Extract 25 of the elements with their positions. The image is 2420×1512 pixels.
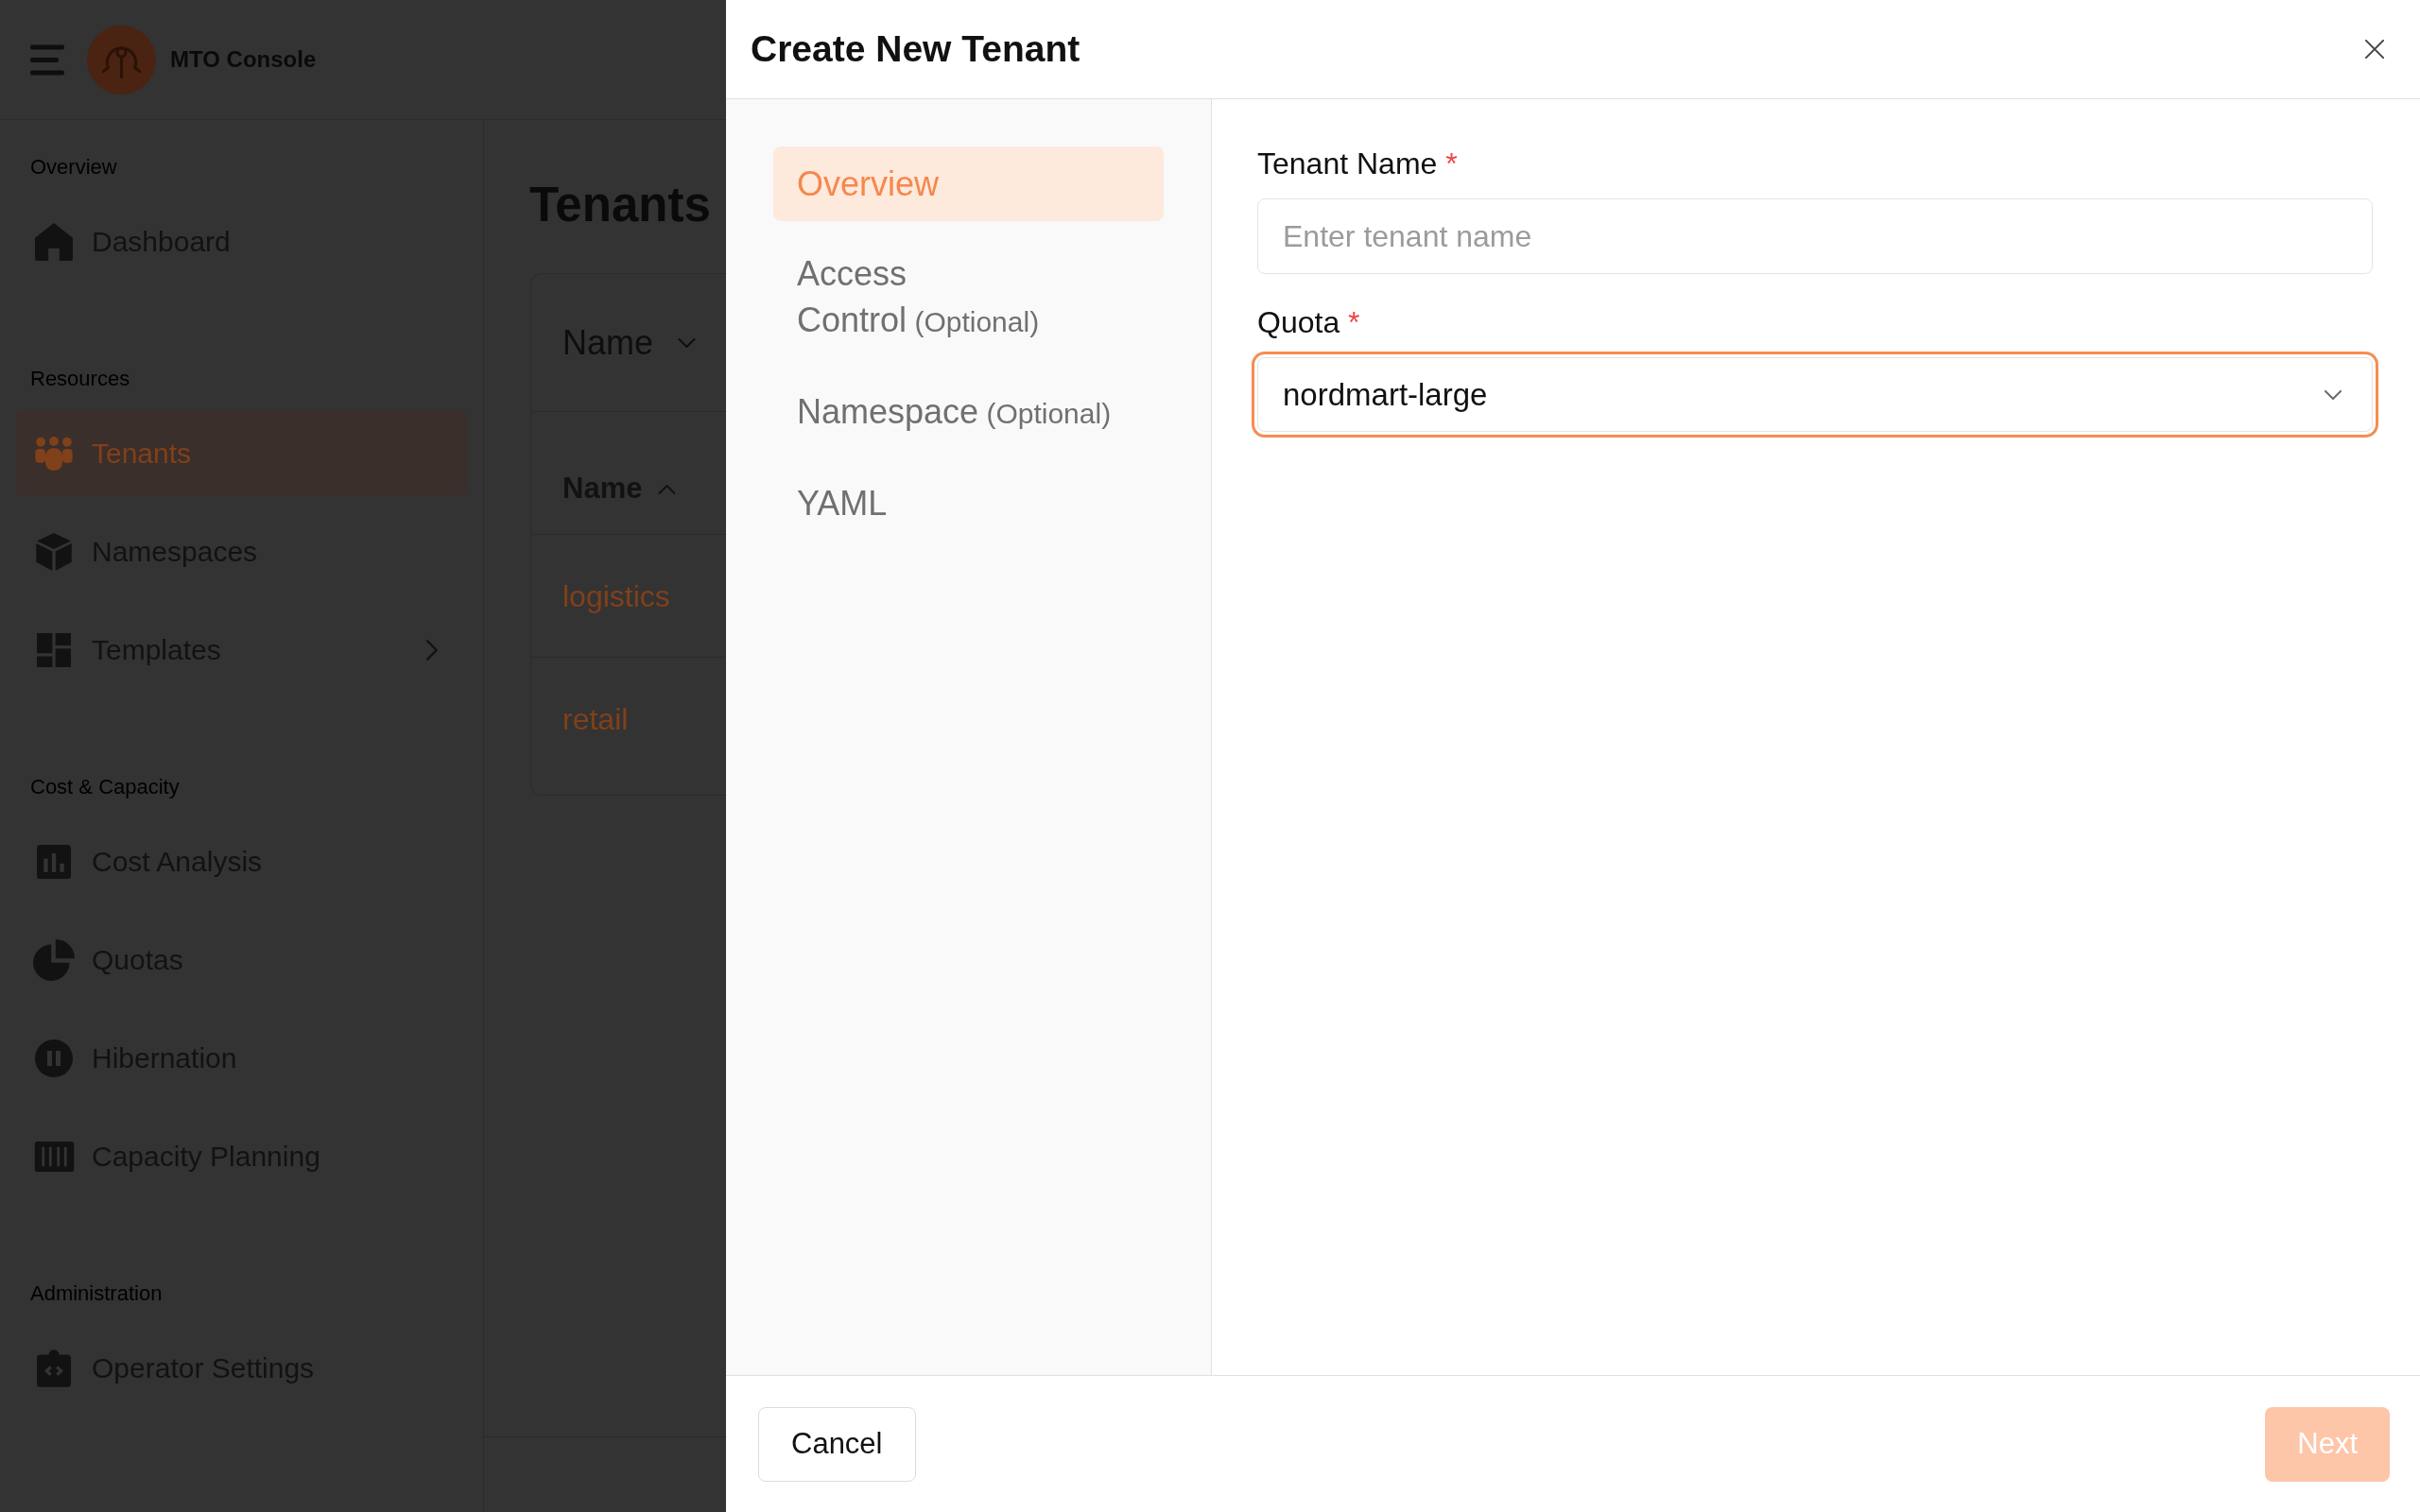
- close-icon[interactable]: [2365, 40, 2384, 59]
- grid-icon: [37, 632, 71, 667]
- step-tab[interactable]: Namespace (Optional): [773, 374, 1164, 451]
- vertical-bars-icon: [33, 1141, 75, 1172]
- bar-chart-icon: [37, 844, 71, 879]
- dialog-title: Create New Tenant: [751, 27, 1080, 71]
- cube-icon: [36, 532, 72, 571]
- step-tab[interactable]: YAML: [773, 466, 1164, 541]
- chevron-down-icon: [678, 337, 697, 348]
- field-label: Quota *: [1257, 304, 1360, 341]
- step-tab[interactable]: Overview: [773, 146, 1164, 221]
- tenant-name-input[interactable]: Enter tenant name: [1257, 198, 2373, 274]
- pie-chart-icon: [33, 938, 75, 981]
- step-tab[interactable]: Access Control (Optional): [773, 236, 1164, 359]
- clipboard-code-icon: [37, 1349, 71, 1387]
- field-label: Tenant Name *: [1257, 146, 1458, 182]
- people-group-icon: [35, 436, 73, 471]
- home-icon: [35, 222, 73, 261]
- sidebar-item[interactable]: Tenants: [16, 410, 467, 496]
- pause-icon: [35, 1039, 73, 1077]
- tenant-link[interactable]: logistics: [562, 573, 670, 619]
- tenant-link[interactable]: retail: [562, 696, 629, 742]
- logo-icon: [87, 25, 156, 94]
- cancel-button[interactable]: Cancel: [758, 1406, 916, 1482]
- chevron-down-icon: [2325, 389, 2342, 400]
